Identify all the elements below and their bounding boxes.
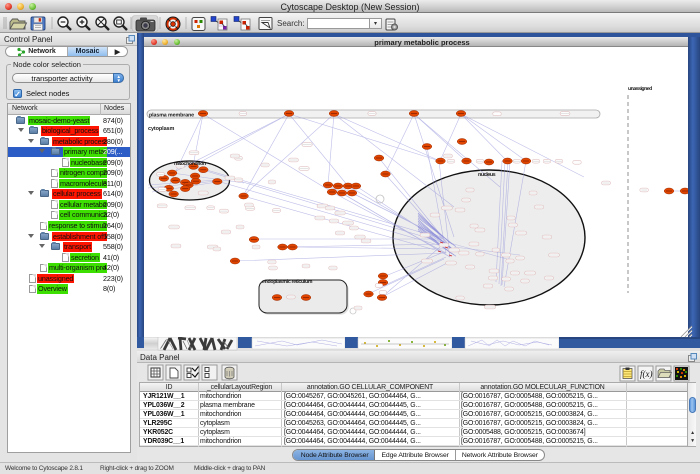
svg-text:f(x): f(x) xyxy=(640,369,653,379)
svg-text:plasma membrane: plasma membrane xyxy=(149,112,194,118)
svg-text:unassigned: unassigned xyxy=(628,86,652,92)
svg-text:mitochondrion: mitochondrion xyxy=(174,161,206,167)
svg-text:nucleus: nucleus xyxy=(478,172,496,178)
svg-text:endoplasmic reticulum: endoplasmic reticulum xyxy=(262,279,313,285)
svg-text:cytoplasm: cytoplasm xyxy=(148,126,175,132)
